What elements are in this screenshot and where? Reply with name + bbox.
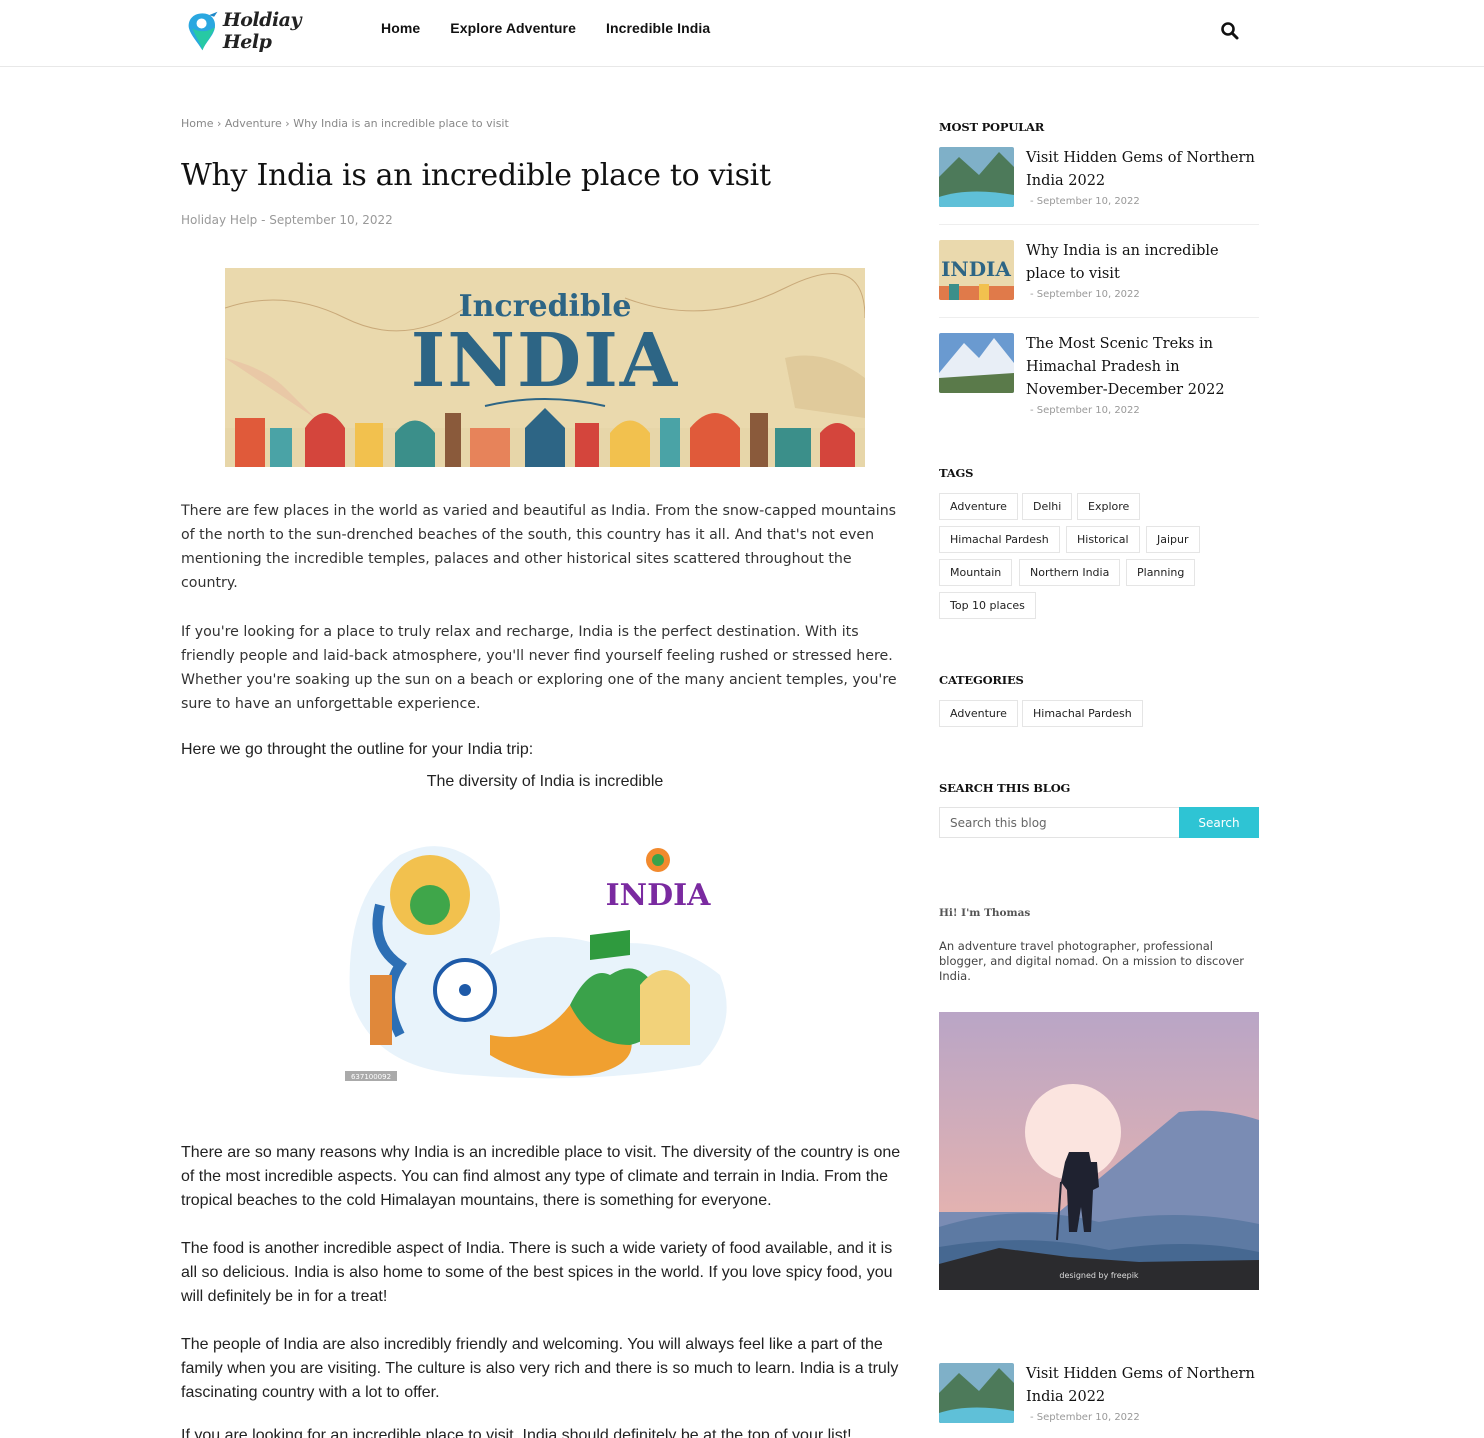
nav-explore-adventure[interactable]: Explore Adventure	[450, 20, 576, 36]
main-nav: Home Explore Adventure Incredible India	[381, 20, 710, 36]
tag-delhi[interactable]: Delhi	[1022, 493, 1073, 520]
site-header: Holdiay Help Home Explore Adventure Incr…	[0, 0, 1484, 67]
categories-heading: CATEGORIES	[939, 673, 1024, 687]
breadcrumb-separator: ›	[216, 117, 222, 130]
image-caption: The diversity of India is incredible	[426, 773, 664, 790]
category-adventure[interactable]: Adventure	[939, 700, 1018, 727]
popular-post[interactable]: INDIA Why India is an incredible place t…	[939, 240, 1259, 310]
popular-post-thumbnail[interactable]	[939, 333, 1014, 393]
popular-post-thumbnail[interactable]: INDIA	[939, 240, 1014, 300]
about-image: designed by freepik	[939, 1012, 1259, 1290]
post-paragraph: If you're looking for a place to truly r…	[181, 624, 897, 712]
art-id-label: 637100092	[351, 1073, 391, 1081]
post-paragraph: There are few places in the world as var…	[181, 503, 897, 591]
tag-northern-india[interactable]: Northern India	[1019, 559, 1121, 586]
tag-adventure[interactable]: Adventure	[939, 493, 1018, 520]
popular-post-title[interactable]: Visit Hidden Gems of Northern India 2022	[1026, 1363, 1261, 1409]
divider	[939, 224, 1259, 225]
breadcrumb-current: Why India is an incredible place to visi…	[293, 117, 509, 130]
site-logo[interactable]: Holdiay Help	[184, 6, 334, 56]
about-image-credit: designed by freepik	[1059, 1271, 1139, 1280]
post-paragraph: If you are looking for an incredible pla…	[181, 1427, 852, 1438]
nav-home[interactable]: Home	[381, 20, 420, 36]
india-diversity-image: 637100092 INDIA	[340, 835, 745, 1085]
post-paragraph: The people of India are also incredibly …	[181, 1336, 899, 1401]
tag-planning[interactable]: Planning	[1126, 559, 1196, 586]
tag-top-10-places[interactable]: Top 10 places	[939, 592, 1036, 619]
breadcrumb-category[interactable]: Adventure	[225, 117, 282, 130]
post-paragraph: The food is another incredible aspect of…	[181, 1240, 893, 1305]
about-name: Hi! I'm Thomas	[939, 907, 1031, 919]
popular-post-date: - September 10, 2022	[1030, 1412, 1140, 1423]
popular-post-date: - September 10, 2022	[1030, 405, 1140, 416]
hero-banner-image: Incredible INDIA	[225, 268, 865, 467]
search-button[interactable]: Search	[1179, 807, 1259, 838]
hero-text-main: INDIA	[411, 318, 679, 404]
logo-text: Holdiay Help	[222, 9, 302, 53]
popular-post[interactable]: Visit Hidden Gems of Northern India 2022…	[939, 147, 1259, 217]
art-india-label: INDIA	[606, 878, 712, 913]
breadcrumb: Home › Adventure › Why India is an incre…	[181, 117, 509, 130]
tag-jaipur[interactable]: Jaipur	[1146, 526, 1200, 553]
svg-text:INDIA: INDIA	[941, 257, 1011, 281]
popular-post-date: - September 10, 2022	[1030, 196, 1140, 207]
search-heading: SEARCH THIS BLOG	[939, 781, 1071, 795]
popular-post-title[interactable]: Visit Hidden Gems of Northern India 2022	[1026, 147, 1261, 193]
most-popular-heading: MOST POPULAR	[939, 120, 1045, 134]
breadcrumb-separator: ›	[285, 117, 290, 130]
tags-heading: TAGS	[939, 466, 974, 480]
tag-historical[interactable]: Historical	[1066, 526, 1140, 553]
popular-post-thumbnail[interactable]	[939, 1363, 1014, 1423]
nav-incredible-india[interactable]: Incredible India	[606, 20, 710, 36]
location-pin-icon	[188, 11, 218, 51]
tag-explore[interactable]: Explore	[1077, 493, 1141, 520]
about-text: An adventure travel photographer, profes…	[939, 939, 1245, 983]
breadcrumb-home[interactable]: Home	[181, 117, 213, 130]
popular-post[interactable]: The Most Scenic Treks in Himachal Prades…	[939, 333, 1259, 423]
post-paragraph: There are so many reasons why India is a…	[181, 1144, 901, 1209]
popular-post[interactable]: Visit Hidden Gems of Northern India 2022…	[939, 1363, 1259, 1433]
outline-text: Here we go throught the outline for your…	[181, 741, 534, 758]
post-meta: Holiday Help - September 10, 2022	[181, 213, 393, 227]
divider	[939, 317, 1259, 318]
popular-post-thumbnail[interactable]	[939, 147, 1014, 207]
popular-post-title[interactable]: Why India is an incredible place to visi…	[1026, 240, 1261, 286]
popular-post-date: - September 10, 2022	[1030, 289, 1140, 300]
search-icon[interactable]	[1220, 21, 1240, 41]
popular-post-title[interactable]: The Most Scenic Treks in Himachal Prades…	[1026, 333, 1256, 402]
tag-himachal-pardesh[interactable]: Himachal Pardesh	[939, 526, 1060, 553]
category-himachal-pardesh[interactable]: Himachal Pardesh	[1022, 700, 1143, 727]
tag-mountain[interactable]: Mountain	[939, 559, 1013, 586]
post-title: Why India is an incredible place to visi…	[181, 158, 771, 193]
search-input[interactable]	[939, 807, 1179, 838]
search-form: Search	[939, 807, 1259, 838]
